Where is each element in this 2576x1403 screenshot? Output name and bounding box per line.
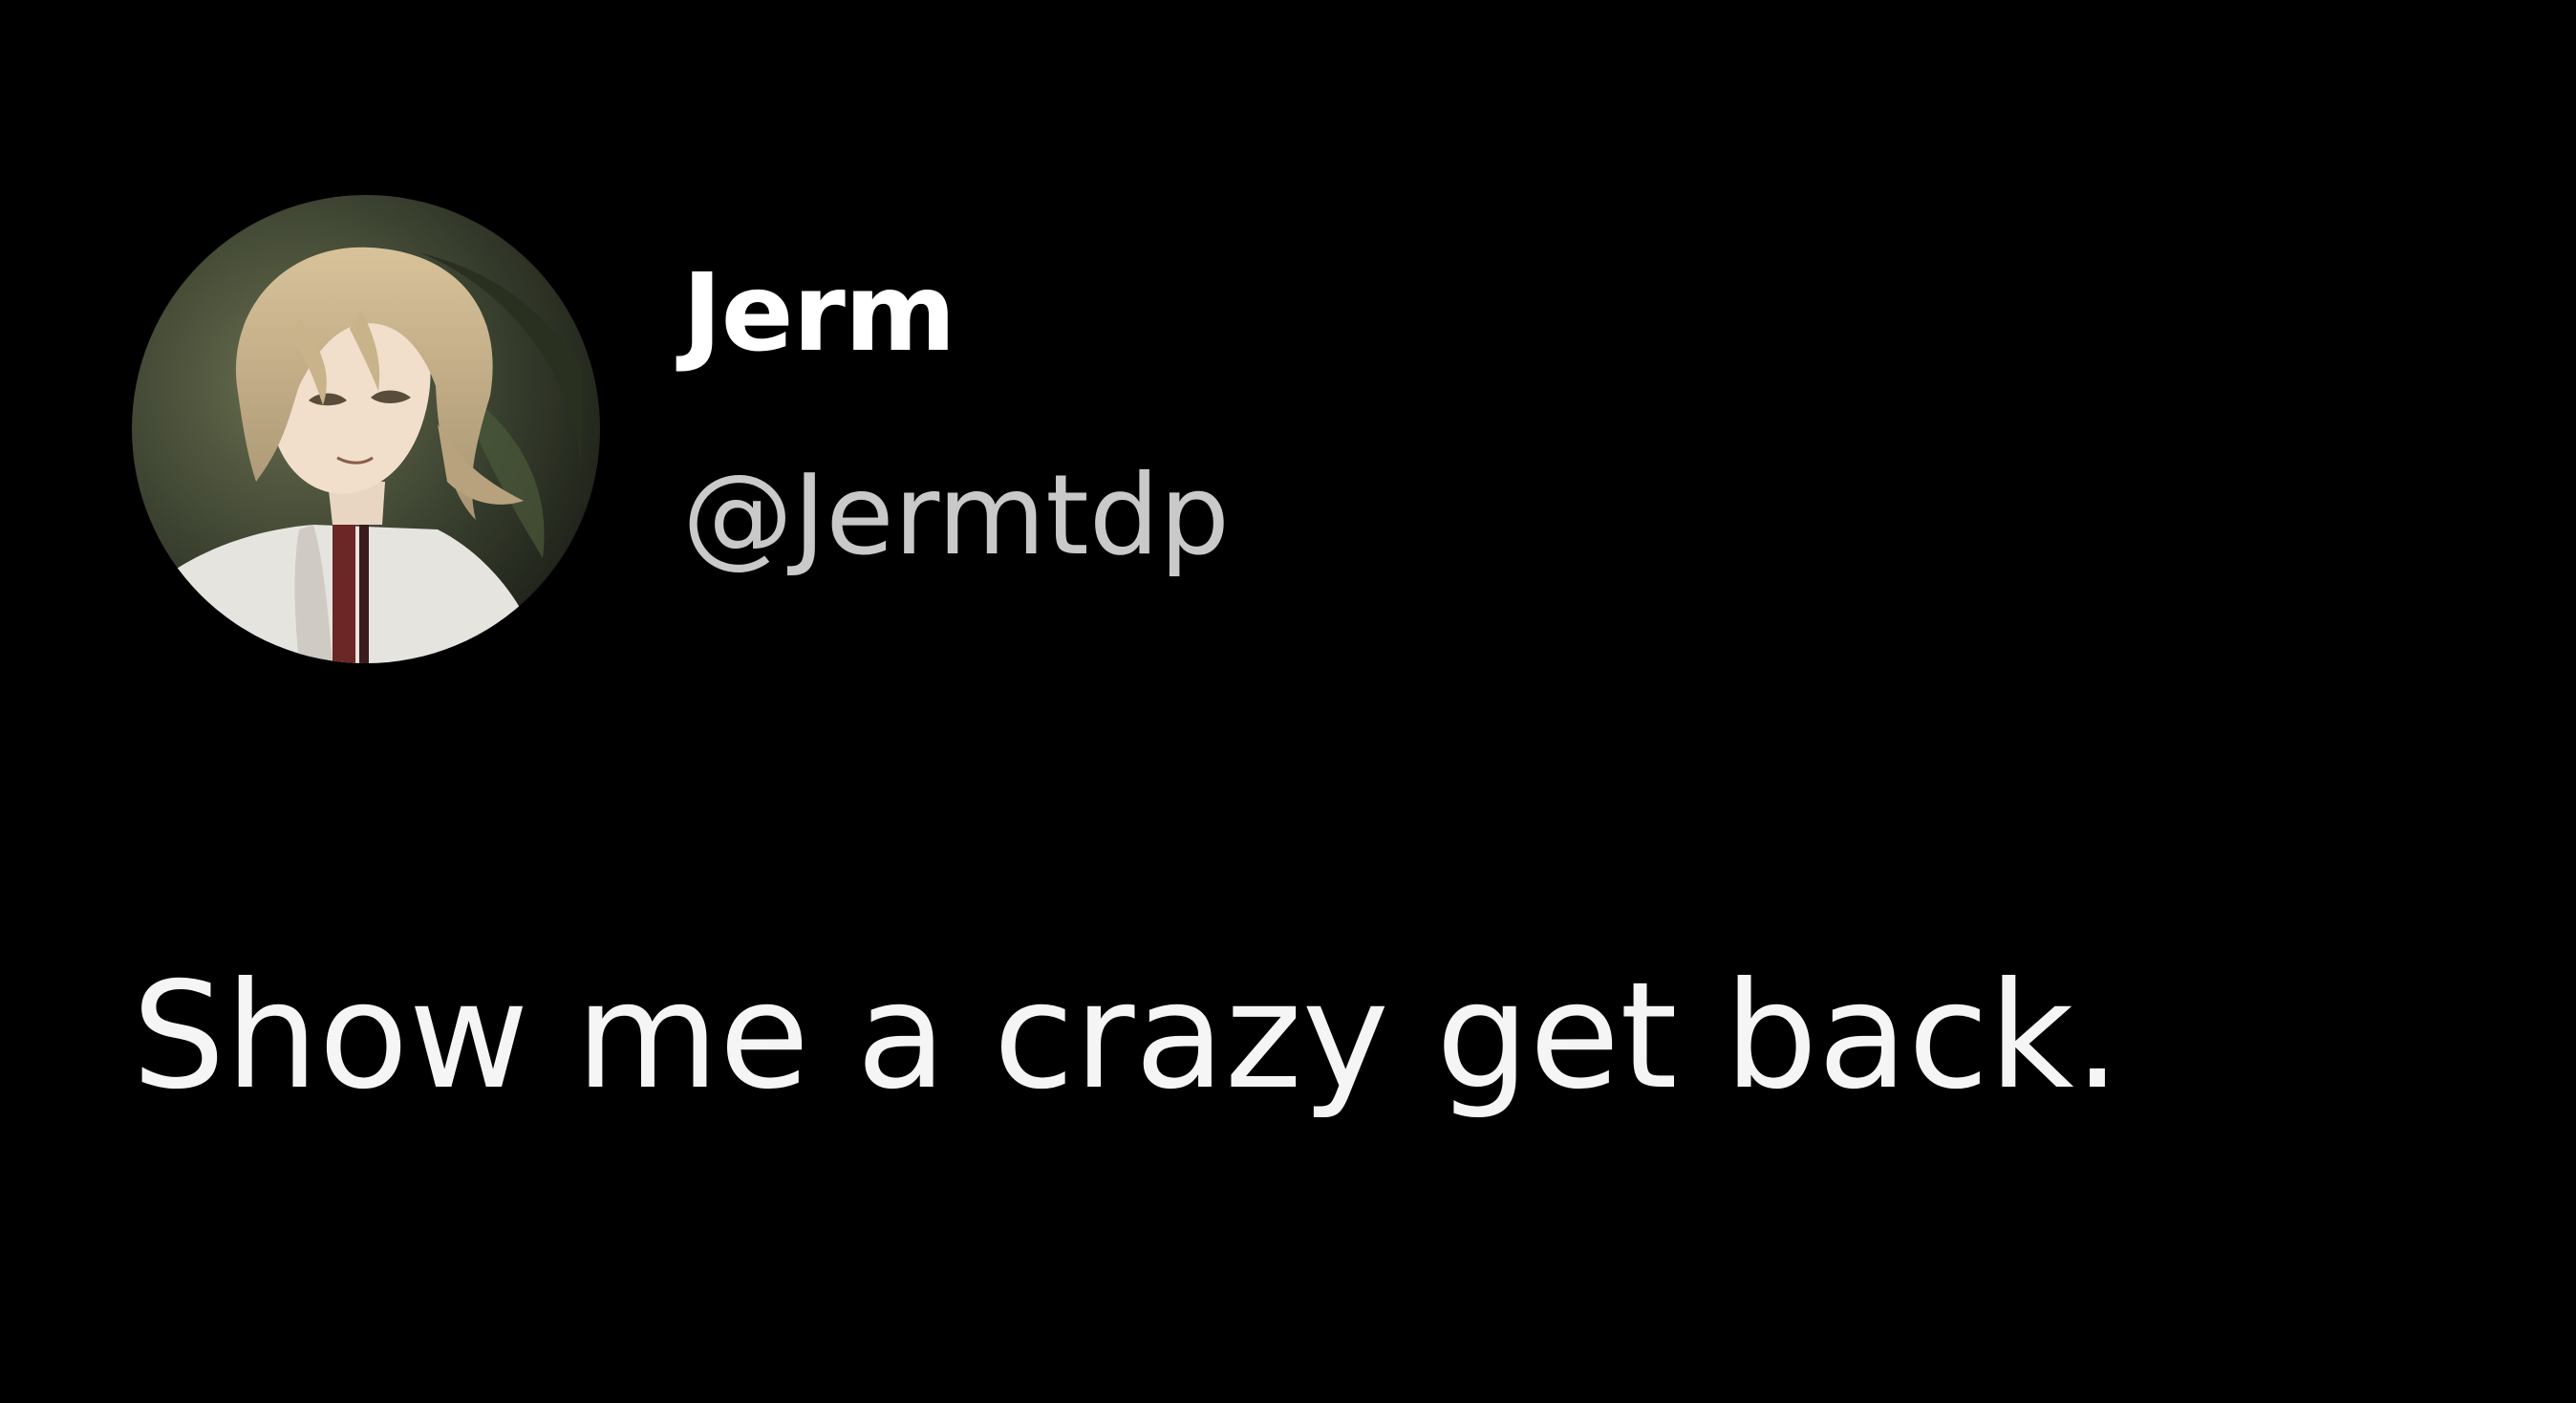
tweet-text: Show me a crazy get back. [132, 951, 2121, 1122]
avatar[interactable] [132, 195, 600, 663]
user-handle[interactable]: @Jermtdp [682, 461, 1230, 572]
tweet-card: Jerm @Jermtdp Show me a crazy get back. [0, 0, 2576, 1403]
anime-character-avatar-icon [132, 195, 600, 663]
display-name[interactable]: Jerm [682, 260, 956, 367]
